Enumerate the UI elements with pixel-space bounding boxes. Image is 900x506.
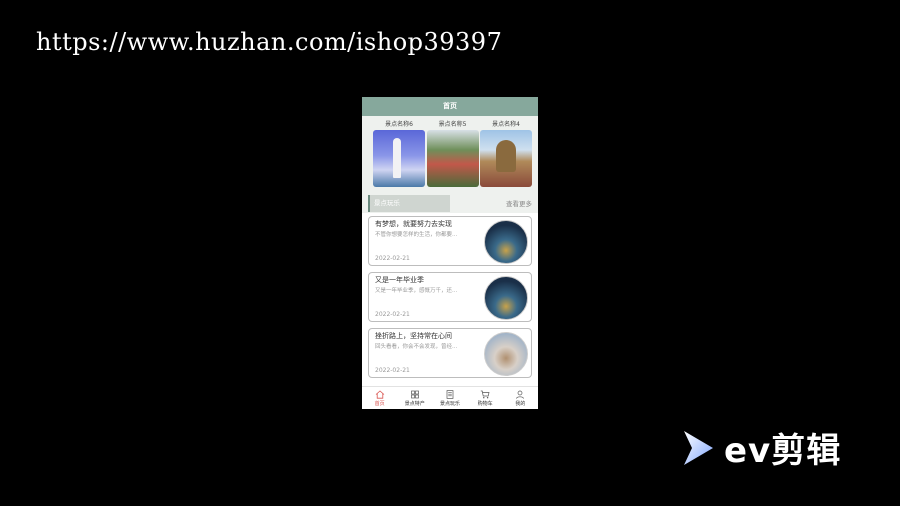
page-title: 首页 [362, 97, 538, 116]
tab-profile[interactable]: 我的 [503, 387, 538, 409]
scenic-name: 景点名称4 [492, 121, 520, 128]
scenic-image[interactable] [426, 130, 479, 187]
view-more-link[interactable]: 查看更多 [506, 198, 532, 208]
tab-label: 我的 [515, 400, 526, 407]
user-icon [516, 390, 525, 399]
cart-icon [480, 390, 490, 398]
article-date: 2022-02-21 [375, 255, 410, 262]
scenic-name: 景点名称6 [385, 121, 413, 128]
tab-label: 首页 [374, 400, 385, 407]
article-list: 有梦想，就要努力去实现 不管你想要怎样的生活，你都要... 2022-02-21… [362, 213, 538, 378]
list-item[interactable]: 挫折路上，坚持常在心间 回头看看，你会不会发现，曾经... 2022-02-21 [368, 328, 532, 378]
grid-icon [410, 390, 419, 398]
tab-specialty[interactable]: 景点特产 [397, 387, 432, 409]
bottom-tabbar: 首页 景点特产 景点玩乐 购物车 我的 [362, 386, 538, 409]
article-desc: 不管你想要怎样的生活，你都要... [375, 232, 458, 238]
watermark-url: https://www.huzhan.com/ishop39397 [36, 28, 503, 56]
ev-logo: ev剪辑 [680, 423, 841, 472]
list-item[interactable]: 有梦想，就要努力去实现 不管你想要怎样的生活，你都要... 2022-02-21 [368, 216, 532, 266]
article-date: 2022-02-21 [375, 311, 410, 318]
article-title: 有梦想，就要努力去实现 [375, 220, 452, 228]
scenic-name: 景点名称5 [438, 121, 467, 128]
scenic-card[interactable]: 景点名称6 [373, 120, 425, 187]
section-header: 景点玩乐 查看更多 [362, 187, 538, 213]
scenic-card[interactable]: 景点名称4 [480, 120, 532, 187]
article-desc: 又是一年毕业季，感慨万千，还... [375, 288, 458, 294]
scenic-image[interactable] [480, 130, 532, 187]
tab-fun[interactable]: 景点玩乐 [432, 387, 467, 409]
scenic-card[interactable]: 景点名称5 [426, 120, 479, 187]
tab-home[interactable]: 首页 [362, 387, 397, 409]
logo-text: ev剪辑 [724, 431, 842, 471]
play-icon [684, 430, 713, 465]
phone-screen: 首页 景点名称6 景点名称5 景点名称4 景点玩乐 查看更多 有梦想，就要努力去… [362, 97, 538, 409]
tab-cart[interactable]: 购物车 [468, 387, 503, 409]
home-icon [375, 389, 384, 399]
tab-label: 景点玩乐 [439, 400, 460, 407]
tab-label: 景点特产 [404, 400, 425, 407]
article-thumbnail[interactable] [484, 332, 528, 376]
tab-label: 购物车 [477, 400, 493, 407]
list-item[interactable]: 又是一年毕业季 又是一年毕业季，感慨万千，还... 2022-02-21 [368, 272, 532, 322]
section-tab[interactable]: 景点玩乐 [368, 194, 450, 212]
article-thumbnail[interactable] [484, 220, 528, 264]
document-icon [446, 389, 454, 399]
article-title: 又是一年毕业季 [375, 276, 424, 284]
article-title: 挫折路上，坚持常在心间 [375, 332, 452, 340]
scenic-image[interactable] [373, 130, 425, 187]
scenic-carousel: 景点名称6 景点名称5 景点名称4 [362, 116, 538, 187]
article-thumbnail[interactable] [484, 276, 528, 320]
article-date: 2022-02-21 [375, 367, 410, 374]
article-desc: 回头看看，你会不会发现，曾经... [375, 344, 458, 350]
